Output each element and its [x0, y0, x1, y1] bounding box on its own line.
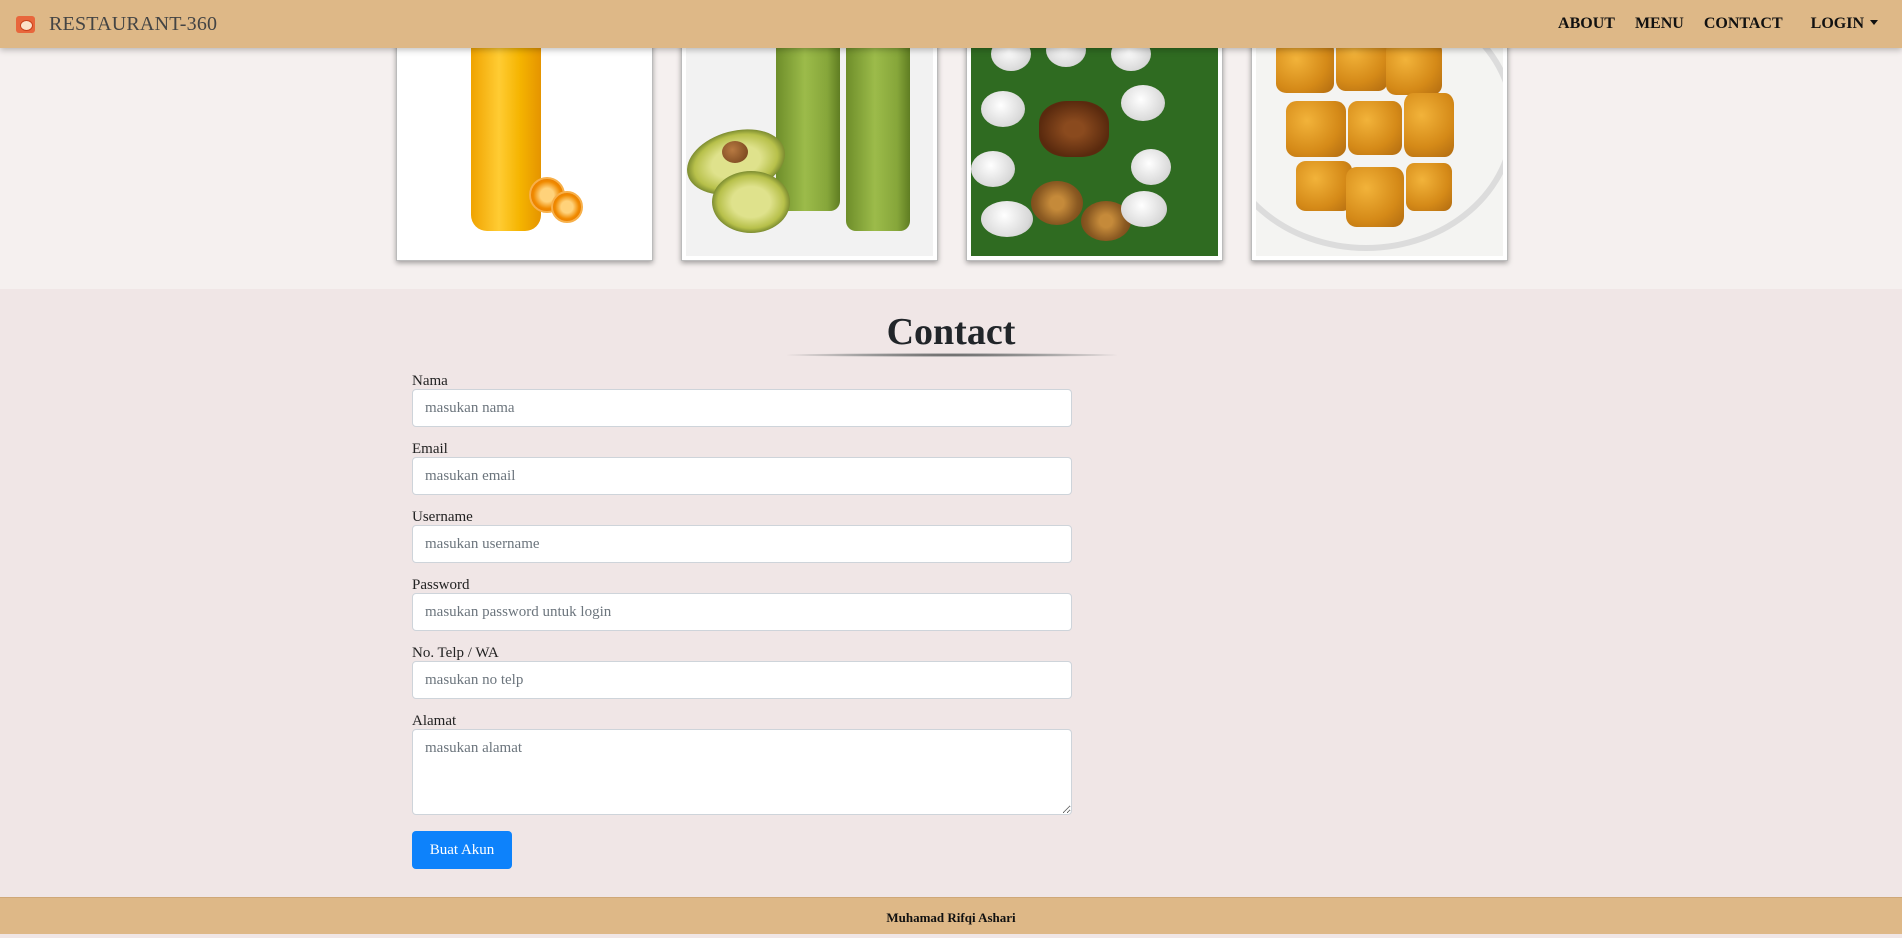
field-telp: No. Telp / WA: [412, 645, 1072, 699]
username-input[interactable]: [412, 525, 1072, 563]
nama-input[interactable]: [412, 389, 1072, 427]
password-input[interactable]: [412, 593, 1072, 631]
top-navbar: RESTAURANT-360 ABOUT MENU CONTACT LOGIN: [0, 0, 1902, 48]
field-password: Password: [412, 577, 1072, 631]
register-form: Nama Email Username Password No. Telp / …: [412, 373, 1072, 869]
buat-akun-button[interactable]: Buat Akun: [412, 831, 512, 869]
field-username: Username: [412, 509, 1072, 563]
nav-link-about[interactable]: ABOUT: [1558, 15, 1615, 33]
telp-input[interactable]: [412, 661, 1072, 699]
label-nama: Nama: [412, 373, 448, 389]
label-alamat: Alamat: [412, 713, 457, 729]
footer-author: Muhamad Rifqi Ashari: [886, 910, 1016, 925]
title-divider: [787, 353, 1117, 357]
email-input[interactable]: [412, 457, 1072, 495]
nav-link-contact[interactable]: CONTACT: [1704, 15, 1783, 33]
field-nama: Nama: [412, 373, 1072, 427]
gallery-image-fried-tempe[interactable]: [1251, 30, 1508, 261]
contact-section: Contact Nama Email Username Password No.…: [0, 289, 1902, 897]
brand-name: RESTAURANT-360: [49, 12, 218, 35]
nav-link-menu[interactable]: MENU: [1635, 15, 1684, 33]
restaurant-logo-icon: [16, 15, 35, 33]
contact-title: Contact: [886, 311, 1016, 353]
gallery-image-rice-platter[interactable]: [966, 30, 1223, 261]
nav-links: ABOUT MENU CONTACT LOGIN: [1538, 0, 1902, 48]
caret-down-icon: [1870, 20, 1878, 25]
field-alamat: Alamat: [412, 713, 1072, 815]
footer: Muhamad Rifqi Ashari: [0, 897, 1902, 934]
login-dropdown[interactable]: LOGIN: [1811, 15, 1878, 33]
login-label: LOGIN: [1810, 15, 1864, 32]
gallery-image-avocado-juice[interactable]: [681, 30, 938, 261]
label-username: Username: [412, 509, 473, 525]
brand[interactable]: RESTAURANT-360: [16, 13, 217, 36]
label-password: Password: [412, 577, 470, 593]
label-email: Email: [412, 441, 448, 457]
field-email: Email: [412, 441, 1072, 495]
label-telp: No. Telp / WA: [412, 645, 499, 661]
alamat-textarea[interactable]: [412, 729, 1072, 815]
gallery-image-orange-juice[interactable]: [396, 30, 653, 261]
